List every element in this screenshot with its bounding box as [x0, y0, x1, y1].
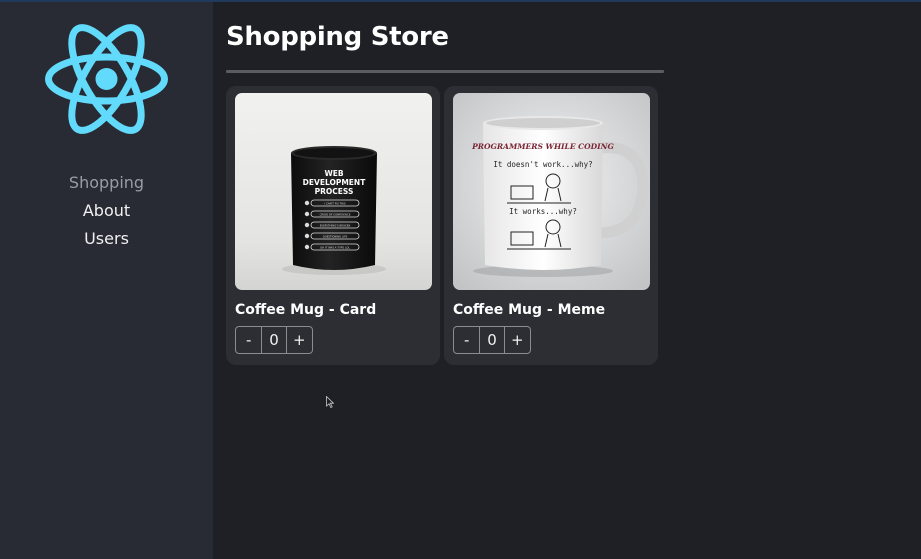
sidebar-item-about[interactable]: About: [0, 200, 213, 228]
svg-text:It works...why?: It works...why?: [509, 207, 577, 216]
quantity-stepper: - 0 +: [453, 326, 531, 354]
svg-text:PROGRAMMERS WHILE CODING: PROGRAMMERS WHILE CODING: [471, 142, 614, 151]
quantity-value: 0: [479, 327, 505, 353]
product-name: Coffee Mug - Meme: [453, 302, 606, 318]
product-image: WEB DEVELOPMENT PROCESS I CAN'T FIX THIS…: [235, 93, 432, 290]
decrement-button[interactable]: -: [236, 327, 261, 353]
product-image: PROGRAMMERS WHILE CODING It doesn't work…: [453, 93, 650, 290]
title-divider: [226, 70, 664, 73]
svg-text:EVERYTHING'S BROKEN: EVERYTHING'S BROKEN: [320, 224, 351, 228]
svg-text:DEVELOPMENT: DEVELOPMENT: [303, 178, 367, 187]
product-card: WEB DEVELOPMENT PROCESS I CAN'T FIX THIS…: [226, 86, 440, 365]
product-card: PROGRAMMERS WHILE CODING It doesn't work…: [444, 86, 658, 365]
increment-button[interactable]: +: [287, 327, 312, 353]
product-name: Coffee Mug - Card: [235, 302, 377, 318]
mouse-cursor-icon: [326, 396, 334, 408]
increment-button[interactable]: +: [505, 327, 530, 353]
page-title: Shopping Store: [226, 22, 449, 52]
quantity-value: 0: [261, 327, 287, 353]
svg-text:QUESTIONING LIFE: QUESTIONING LIFE: [323, 235, 348, 239]
svg-text:CRISIS OF CONFIDENCE: CRISIS OF CONFIDENCE: [320, 213, 351, 217]
svg-text:WEB: WEB: [324, 169, 343, 178]
svg-text:It doesn't work...why?: It doesn't work...why?: [493, 160, 592, 169]
sidebar-item-shopping[interactable]: Shopping: [0, 172, 213, 200]
svg-text:OH IT WAS A TYPO LOL: OH IT WAS A TYPO LOL: [320, 246, 350, 250]
sidebar: Shopping About Users: [0, 2, 213, 559]
svg-text:PROCESS: PROCESS: [315, 187, 354, 196]
quantity-stepper: - 0 +: [235, 326, 313, 354]
main-content: Shopping Store WEB DEVELOPMENT PROCESS I…: [213, 2, 921, 559]
decrement-button[interactable]: -: [454, 327, 479, 353]
sidebar-nav: Shopping About Users: [0, 172, 213, 256]
sidebar-item-users[interactable]: Users: [0, 228, 213, 256]
svg-text:I CAN'T FIX THIS: I CAN'T FIX THIS: [324, 202, 345, 206]
react-atom-icon[interactable]: [43, 22, 170, 136]
